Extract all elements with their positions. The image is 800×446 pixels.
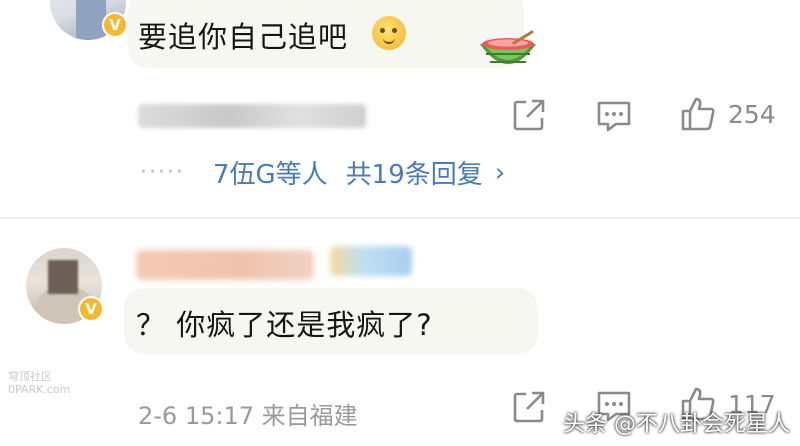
like-button[interactable]: 254 xyxy=(680,96,776,132)
watermark-line1: 穹顶社区 xyxy=(8,370,52,383)
comment-text: 要追你自己追吧 xyxy=(138,20,349,54)
username-blurred[interactable] xyxy=(136,250,314,280)
user-badge-blurred xyxy=(330,246,412,276)
replies-dots: ····· xyxy=(140,160,185,185)
comment-button[interactable] xyxy=(596,100,632,132)
divider xyxy=(0,217,800,219)
avatar[interactable]: V xyxy=(26,248,104,324)
hug-emoji-icon xyxy=(372,16,406,50)
replies-link[interactable]: ····· 7伍G等人 共19条回复 › xyxy=(140,154,505,191)
comment-icon xyxy=(597,101,631,132)
source-watermark: 头条 @不八卦会死星人 xyxy=(563,412,790,437)
reply-total: 共19条回复 xyxy=(345,160,483,190)
thumbs-up-icon xyxy=(681,97,715,131)
site-watermark: 穹顶社区 0PARK.com xyxy=(8,370,70,396)
comment-text: ？ 你疯了还是我疯了? xyxy=(136,308,433,342)
avatar[interactable]: V xyxy=(50,0,128,40)
like-count: 254 xyxy=(728,99,776,129)
verified-badge-icon: V xyxy=(78,296,104,322)
verified-badge-icon: V xyxy=(102,12,128,38)
comment-meta: 2-6 15:17 来自福建 xyxy=(138,402,358,430)
watermark-line2: 0PARK.com xyxy=(8,383,71,396)
comment-item: V 要追你自己追吧 254 ····· 7伍G等人 共19条回复 › xyxy=(0,0,800,210)
share-button[interactable] xyxy=(512,98,546,132)
chevron-right-icon: › xyxy=(494,157,506,188)
share-icon xyxy=(513,391,545,423)
reply-users: 7伍G等人 xyxy=(212,160,328,190)
share-icon xyxy=(513,99,545,131)
comment-meta-blurred xyxy=(138,104,366,128)
watermelon-icon xyxy=(480,30,536,64)
share-button[interactable] xyxy=(512,390,546,424)
